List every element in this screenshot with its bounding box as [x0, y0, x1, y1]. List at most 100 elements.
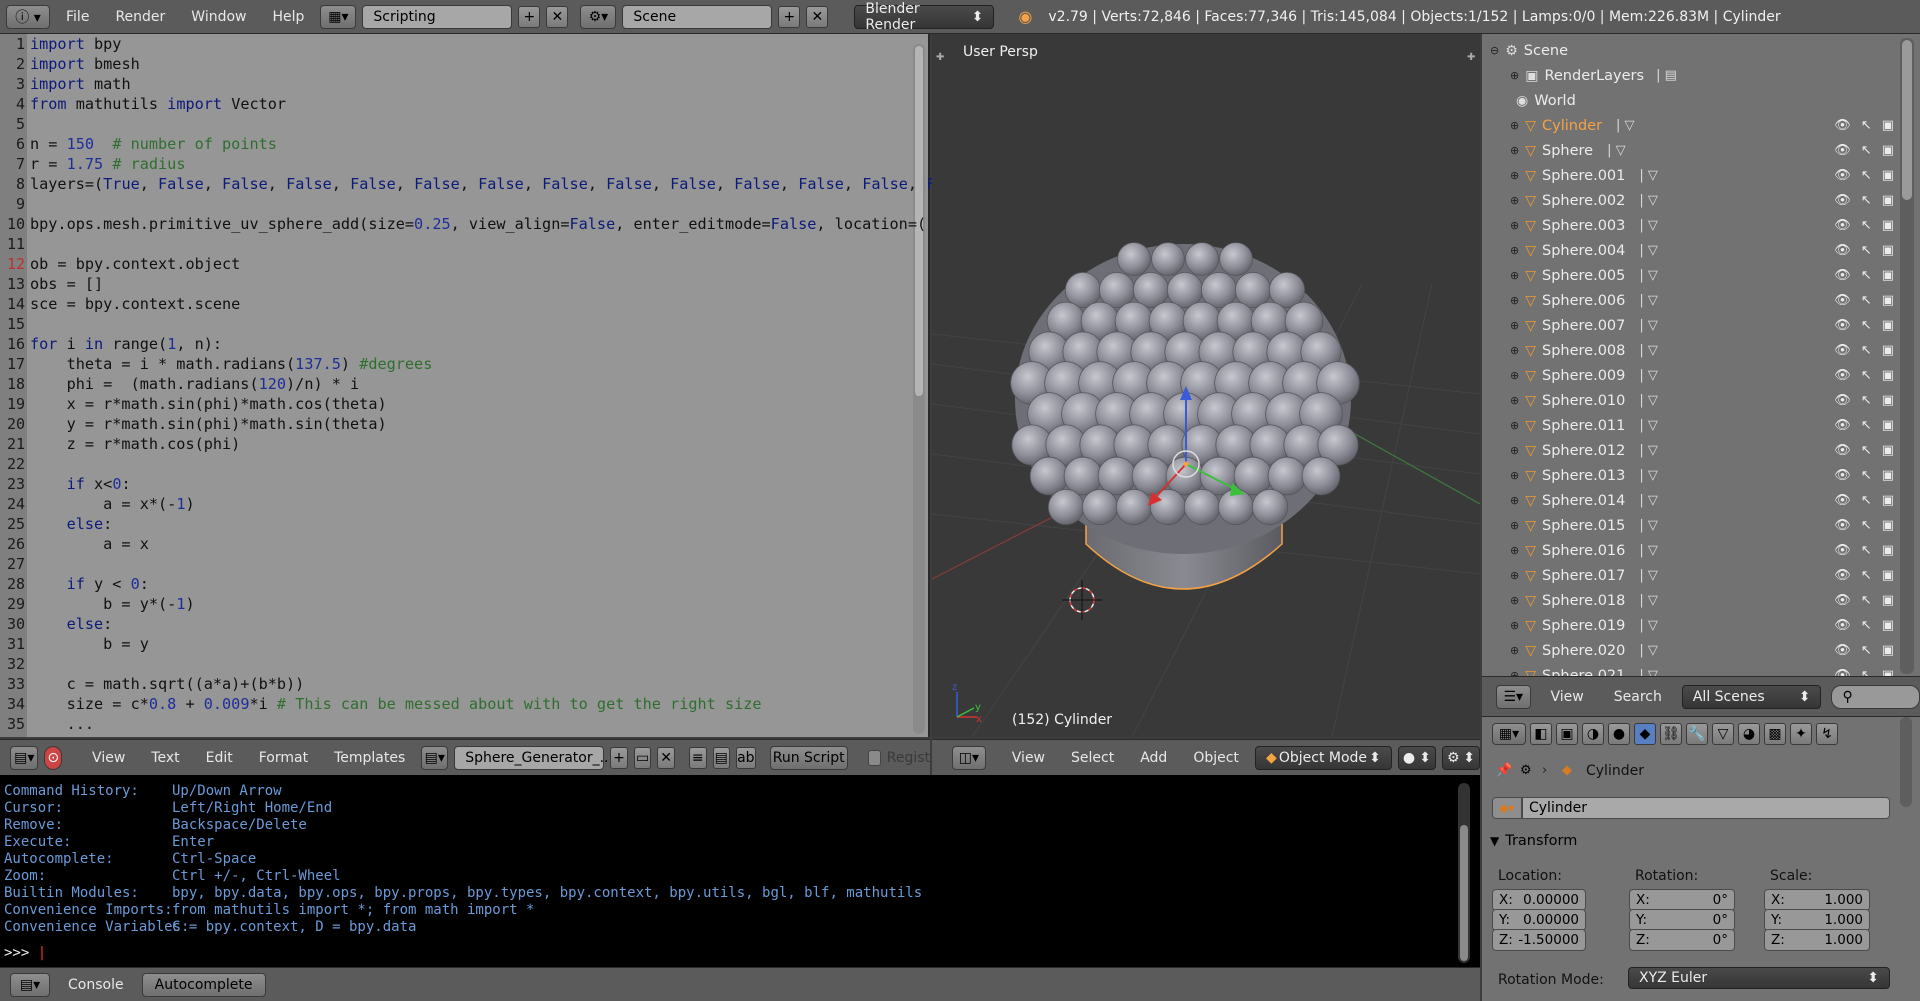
expand-toggle-icon[interactable]: ⊕: [1510, 494, 1519, 507]
code-line[interactable]: if x<0:: [30, 474, 131, 494]
outliner-item[interactable]: ⊕ ▽ Sphere.004 | ▽ 👁 ↖ ▣: [1482, 238, 1894, 263]
render-layers-tab-icon[interactable]: ▣: [1556, 723, 1578, 745]
expand-toggle-icon[interactable]: ⊕: [1510, 319, 1519, 332]
outliner-item-name[interactable]: Sphere.016: [1542, 543, 1625, 559]
expand-toggle-icon[interactable]: ⊕: [1510, 169, 1519, 182]
outliner-item[interactable]: ⊕ ▽ Sphere.017 | ▽ 👁 ↖ ▣: [1482, 563, 1894, 588]
cursor-select-icon[interactable]: ↖: [1861, 593, 1872, 608]
outliner-item[interactable]: ⊕ ▽ Cylinder | ▽ 👁 ↖ ▣: [1482, 113, 1894, 138]
outliner-item[interactable]: ⊕ ▽ Sphere.015 | ▽ 👁 ↖ ▣: [1482, 513, 1894, 538]
outliner-item-name[interactable]: Sphere.015: [1542, 518, 1625, 534]
outliner-item[interactable]: ⊕ ▽ Sphere.003 | ▽ 👁 ↖ ▣: [1482, 213, 1894, 238]
cursor-select-icon[interactable]: ↖: [1861, 243, 1872, 258]
render-camera-icon[interactable]: ▣: [1882, 368, 1894, 383]
code-line[interactable]: size = c*0.8 + 0.009*i # This can be mes…: [30, 694, 762, 714]
render-camera-icon[interactable]: ▣: [1882, 393, 1894, 408]
screen-layout-field[interactable]: Scripting: [362, 4, 513, 29]
cursor-select-icon[interactable]: ↖: [1861, 543, 1872, 558]
editor-type-icon[interactable]: ▦▾: [1492, 723, 1526, 745]
record-icon[interactable]: ⊙: [44, 745, 63, 770]
rotation-z-field[interactable]: Z: 0°: [1629, 929, 1735, 951]
expand-toggle-icon[interactable]: ⊕: [1510, 119, 1519, 132]
mesh-data-icon[interactable]: | ▽: [1639, 618, 1658, 633]
location-y-field[interactable]: Y: 0.00000: [1492, 909, 1586, 931]
outliner-item[interactable]: ⊕ ▽ Sphere.014 | ▽ 👁 ↖ ▣: [1482, 488, 1894, 513]
eye-icon[interactable]: 👁: [1834, 443, 1851, 458]
render-camera-icon[interactable]: ▣: [1882, 118, 1894, 133]
mesh-data-icon[interactable]: | ▽: [1639, 218, 1658, 233]
eye-icon[interactable]: 👁: [1834, 393, 1851, 408]
properties-scrollbar[interactable]: [1900, 717, 1912, 807]
outliner-item[interactable]: ⊕ ▽ Sphere.016 | ▽ 👁 ↖ ▣: [1482, 538, 1894, 563]
expand-toggle-icon[interactable]: ⊕: [1510, 544, 1519, 557]
expand-toggle-icon[interactable]: ⊕: [1510, 144, 1519, 157]
cursor-select-icon[interactable]: ↖: [1861, 393, 1872, 408]
code-line[interactable]: phi = (math.radians(120)/n) * i: [30, 374, 360, 394]
add-layout-icon[interactable]: +: [518, 5, 541, 28]
code-line[interactable]: if y < 0:: [30, 574, 149, 594]
outliner-item[interactable]: ⊕ ▽ Sphere.019 | ▽ 👁 ↖ ▣: [1482, 613, 1894, 638]
display-mode-select[interactable]: All Scenes ⬍: [1681, 684, 1822, 709]
expand-toggle-icon[interactable]: ⊕: [1510, 394, 1519, 407]
menu-edit[interactable]: Edit: [196, 746, 243, 770]
pivot-select[interactable]: ⚙ ⬍: [1441, 745, 1480, 770]
menu-templates[interactable]: Templates: [324, 746, 415, 770]
cursor-select-icon[interactable]: ↖: [1861, 218, 1872, 233]
outliner-item[interactable]: ⊕ ▽ Sphere.020 | ▽ 👁 ↖ ▣: [1482, 638, 1894, 663]
mesh-data-icon[interactable]: | ▽: [1639, 293, 1658, 308]
code-line[interactable]: y = r*math.sin(phi)*math.sin(theta): [30, 414, 387, 434]
eye-icon[interactable]: 👁: [1834, 243, 1851, 258]
outliner-item-name[interactable]: Scene: [1524, 43, 1568, 59]
line-numbers-toggle-icon[interactable]: ≡: [688, 746, 707, 769]
scene-tab-icon[interactable]: ◑: [1582, 723, 1604, 745]
data-tab-icon[interactable]: ▽: [1712, 723, 1734, 745]
cursor-select-icon[interactable]: ↖: [1861, 568, 1872, 583]
outliner-item-name[interactable]: Cylinder: [1542, 118, 1602, 134]
expand-toggle-icon[interactable]: ⊕: [1510, 594, 1519, 607]
mesh-data-icon[interactable]: | ▽: [1639, 418, 1658, 433]
run-script-button[interactable]: Run Script: [769, 745, 848, 770]
autocomplete-button[interactable]: Autocomplete: [141, 972, 266, 997]
expand-toggle-icon[interactable]: ⊕: [1510, 69, 1519, 82]
editor-type-icon[interactable]: ▤▾: [10, 745, 39, 770]
eye-icon[interactable]: 👁: [1834, 568, 1851, 583]
scene-field[interactable]: Scene: [622, 4, 773, 29]
code-line[interactable]: ob = bpy.context.object: [30, 254, 240, 274]
code-line[interactable]: a = x: [30, 534, 149, 554]
outliner-item[interactable]: ⊕ ▽ Sphere.005 | ▽ 👁 ↖ ▣: [1482, 263, 1894, 288]
outliner-item-name[interactable]: World: [1534, 93, 1576, 109]
outliner-item[interactable]: ⊕ ▽ Sphere.011 | ▽ 👁 ↖ ▣: [1482, 413, 1894, 438]
mesh-data-icon[interactable]: | ▽: [1639, 493, 1658, 508]
cursor-select-icon[interactable]: ↖: [1861, 443, 1872, 458]
syntax-highlight-toggle-icon[interactable]: ab: [736, 746, 756, 769]
cursor-select-icon[interactable]: ↖: [1861, 293, 1872, 308]
object-tab-icon[interactable]: ◆: [1634, 723, 1656, 745]
eye-icon[interactable]: 👁: [1834, 643, 1851, 658]
scale-z-field[interactable]: Z: 1.000: [1764, 929, 1870, 951]
cursor-select-icon[interactable]: ↖: [1861, 643, 1872, 658]
expand-toggle-icon[interactable]: ⊕: [1510, 244, 1519, 257]
new-text-icon[interactable]: +: [610, 746, 628, 769]
render-camera-icon[interactable]: ▣: [1882, 268, 1894, 283]
outliner-item-name[interactable]: Sphere.020: [1542, 643, 1625, 659]
expand-toggle-icon[interactable]: ⊕: [1510, 644, 1519, 657]
outliner-item-name[interactable]: Sphere.012: [1542, 443, 1625, 459]
mesh-data-icon[interactable]: | ▽: [1639, 568, 1658, 583]
render-camera-icon[interactable]: ▣: [1882, 543, 1894, 558]
3d-viewport[interactable]: User Persp ✚ ✚ z x y (152) Cylinder: [932, 34, 1480, 737]
open-text-icon[interactable]: ▭: [633, 746, 652, 769]
render-camera-icon[interactable]: ▣: [1882, 443, 1894, 458]
object-datablock-icon[interactable]: ◆▾: [1492, 797, 1522, 819]
outliner-item-name[interactable]: Sphere.017: [1542, 568, 1625, 584]
physics-tab-icon[interactable]: ↯: [1816, 723, 1838, 745]
outliner-item[interactable]: ⊕ ▽ Sphere.001 | ▽ 👁 ↖ ▣: [1482, 163, 1894, 188]
outliner-item[interactable]: ⊕ ▽ Sphere.012 | ▽ 👁 ↖ ▣: [1482, 438, 1894, 463]
render-camera-icon[interactable]: ▣: [1882, 293, 1894, 308]
render-engine-select[interactable]: Blender Render ⬍: [854, 1, 995, 33]
mesh-data-icon[interactable]: | ▽: [1639, 268, 1658, 283]
expand-toggle-icon[interactable]: ⊕: [1510, 219, 1519, 232]
code-line[interactable]: n = 150 # number of points: [30, 134, 277, 154]
particles-tab-icon[interactable]: ✦: [1790, 723, 1812, 745]
expand-toggle-icon[interactable]: ⊕: [1510, 194, 1519, 207]
cursor-select-icon[interactable]: ↖: [1861, 318, 1872, 333]
